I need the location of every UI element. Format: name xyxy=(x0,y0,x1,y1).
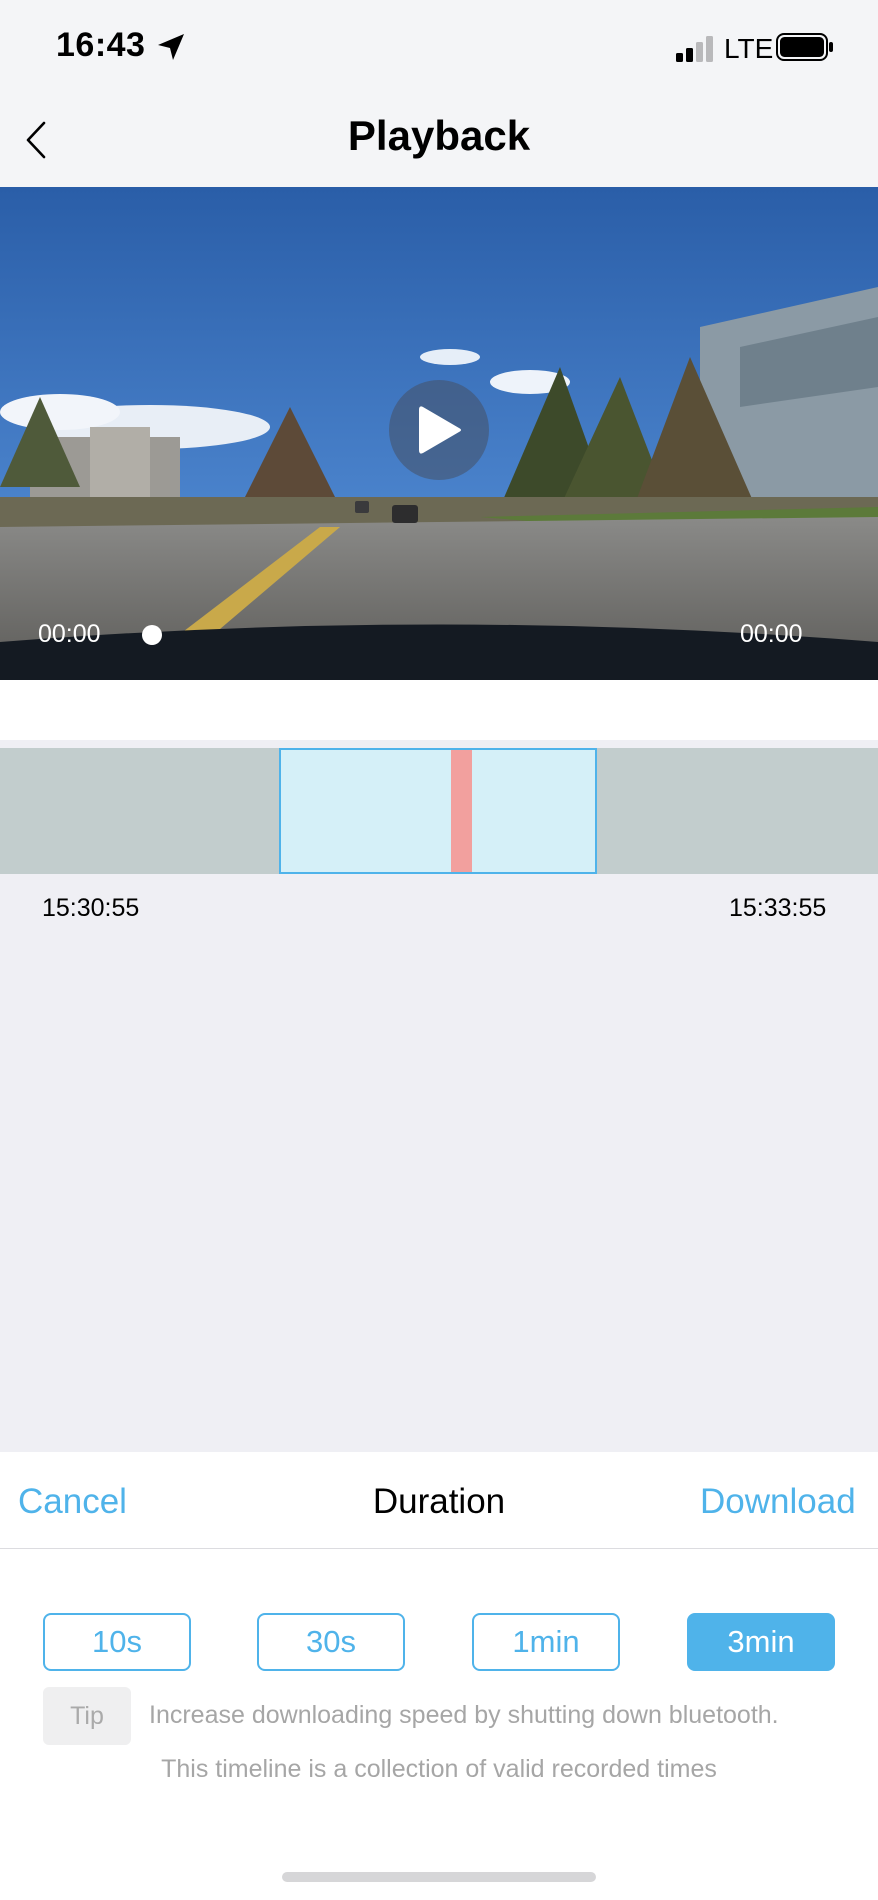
total-time: 00:00 xyxy=(740,620,803,648)
tip-badge: Tip xyxy=(43,1687,131,1745)
duration-10s-button[interactable]: 10s xyxy=(43,1613,191,1671)
download-button[interactable]: Download xyxy=(700,1482,856,1522)
video-player[interactable]: 00:00 00:00 xyxy=(0,187,878,680)
play-button[interactable] xyxy=(389,380,489,480)
signal-icon xyxy=(676,36,713,62)
page-title: Playback xyxy=(347,112,531,159)
current-time: 00:00 xyxy=(38,620,101,648)
timeline-start-time: 15:30:55 xyxy=(42,894,140,922)
timeline-end-time: 15:33:55 xyxy=(729,894,827,922)
battery-icon xyxy=(776,33,833,61)
home-indicator xyxy=(282,1872,596,1882)
play-icon xyxy=(419,406,461,454)
duration-3min-button[interactable]: 3min xyxy=(687,1613,835,1671)
duration-30s-button[interactable]: 30s xyxy=(257,1613,405,1671)
timeline-cursor[interactable] xyxy=(451,750,472,872)
spacer xyxy=(0,680,878,740)
progress-knob[interactable] xyxy=(142,625,162,645)
network-label: LTE xyxy=(724,33,774,64)
timeline-note: This timeline is a collection of valid r… xyxy=(161,1755,717,1783)
duration-1min-button[interactable]: 1min xyxy=(472,1613,620,1671)
timeline-selection[interactable] xyxy=(279,748,597,874)
location-arrow-icon xyxy=(158,34,184,60)
status-time: 16:43 xyxy=(56,26,146,64)
divider xyxy=(0,1548,878,1549)
tip-text: Increase downloading speed by shutting d… xyxy=(149,1701,779,1729)
